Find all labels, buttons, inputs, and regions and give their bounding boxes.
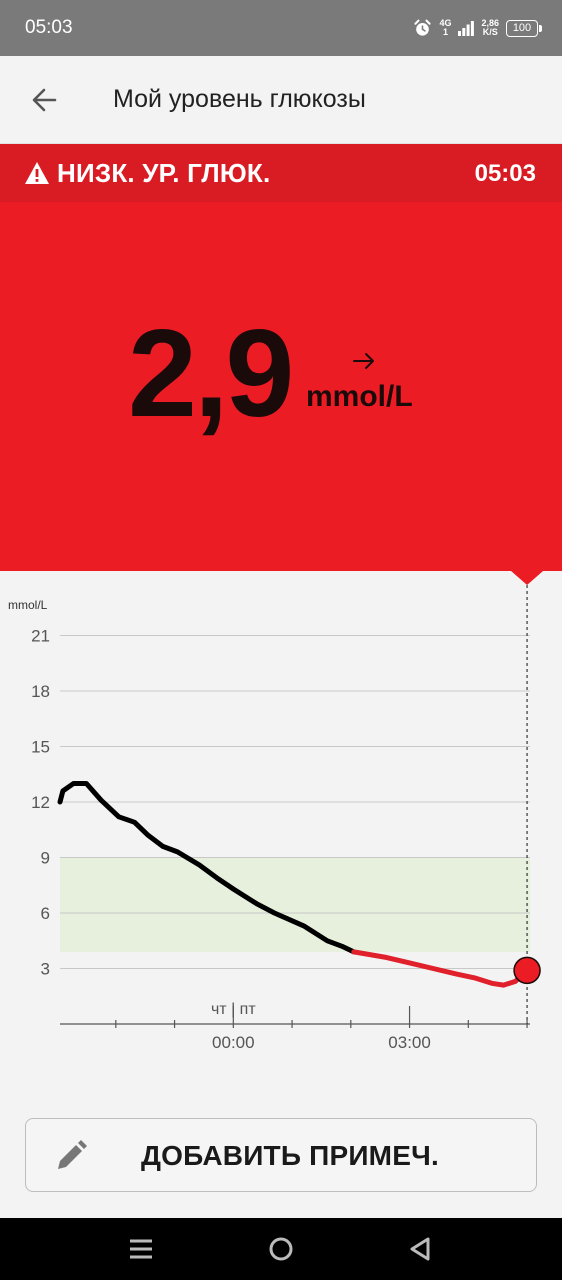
- add-note-button[interactable]: ДОБАВИТЬ ПРИМЕЧ.: [25, 1118, 537, 1192]
- y-axis-unit-label: mmol/L: [8, 598, 48, 612]
- x-tick-label: 00:00: [212, 1033, 255, 1052]
- glucose-reading-panel: 2,9 mmol/L: [0, 202, 562, 571]
- alert-text: НИЗК. УР. ГЛЮК.: [57, 158, 271, 188]
- battery-indicator: 100: [506, 19, 542, 37]
- speed-unit: K/S: [482, 27, 498, 37]
- back-arrow-icon: [32, 88, 57, 112]
- menu-icon[interactable]: [127, 1235, 155, 1263]
- y-tick-label: 6: [41, 904, 50, 923]
- x-axis: 00:00 03:00: [60, 1006, 530, 1052]
- back-button[interactable]: [24, 80, 64, 120]
- glucose-value: 2,9: [128, 305, 294, 443]
- trend-arrow-right-icon: [353, 353, 374, 369]
- status-icons: 4G 1 2,86 K/S 100: [413, 16, 542, 40]
- low-glucose-alert: НИЗК. УР. ГЛЮК. 05:03: [0, 144, 562, 202]
- glucose-chart-svg: 3 6 9 12 15 18 21 mmol/L 00:00 03:00 чт | пт: [8, 571, 544, 1052]
- alarm-clock-icon: [414, 19, 432, 36]
- status-time: 05:03: [25, 17, 73, 38]
- y-tick-label: 12: [31, 793, 50, 812]
- system-nav-bar: [0, 1218, 562, 1280]
- back-triangle-icon[interactable]: [406, 1235, 434, 1263]
- data-speed: 2,86 K/S: [481, 19, 499, 37]
- page-title: Мой уровень глюкозы: [113, 85, 366, 113]
- network-sub: 1: [442, 27, 448, 37]
- current-time-marker: [511, 571, 544, 585]
- y-tick-label: 15: [31, 738, 50, 757]
- alert-time: 05:03: [474, 160, 536, 187]
- glucose-unit: mmol/L: [306, 380, 413, 413]
- y-tick-label: 3: [41, 960, 50, 979]
- pencil-icon: [58, 1140, 87, 1169]
- y-tick-label: 21: [31, 627, 50, 646]
- signal-icon: [458, 21, 475, 36]
- app-bar: Мой уровень глюкозы: [0, 56, 562, 144]
- y-tick-label: 9: [41, 849, 50, 868]
- add-note-label: ДОБАВИТЬ ПРИМЕЧ.: [141, 1140, 439, 1171]
- status-bar: 05:03 4G 1 2,86 K/S 100: [0, 0, 562, 56]
- y-tick-label: 18: [31, 682, 50, 701]
- target-range-band: [60, 857, 530, 952]
- x-tick-label: 03:00: [388, 1033, 431, 1052]
- warning-icon: [25, 162, 49, 184]
- network-indicator: 4G 1: [439, 19, 451, 37]
- glucose-chart: 3 6 9 12 15 18 21 mmol/L 00:00 03:00 чт | пт: [0, 571, 562, 1071]
- y-axis-ticks: 3 6 9 12 15 18 21: [31, 627, 50, 979]
- day-divider-label: чт | пт: [211, 1001, 256, 1018]
- home-circle-icon[interactable]: [267, 1235, 295, 1263]
- current-reading-point[interactable]: [513, 956, 541, 985]
